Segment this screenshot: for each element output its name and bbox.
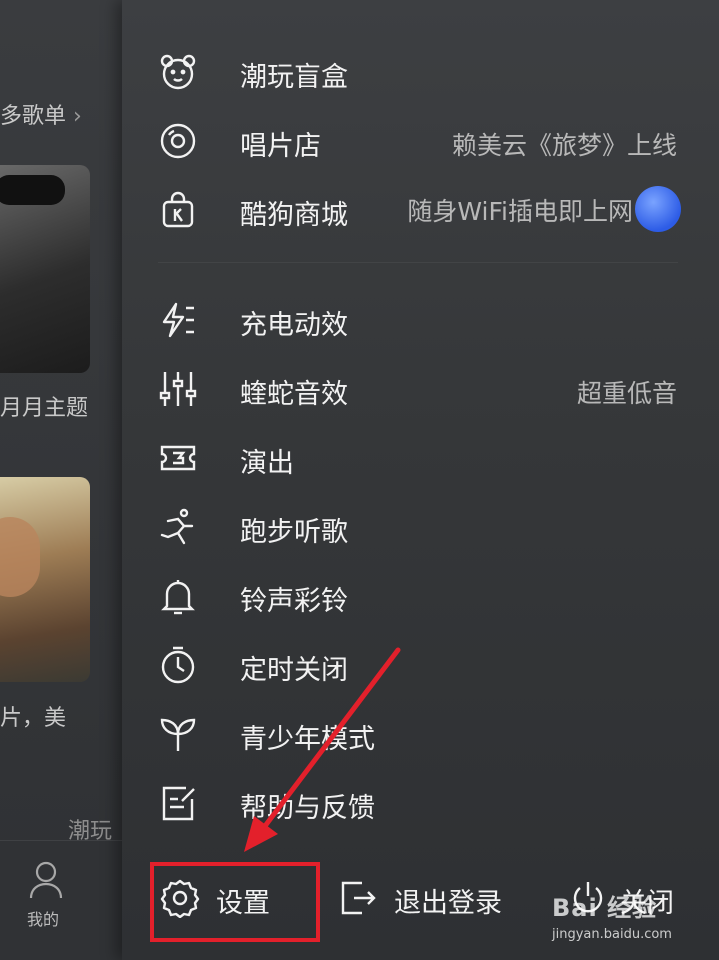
running-icon bbox=[158, 507, 198, 547]
logout-button[interactable]: 退出登录 bbox=[338, 868, 518, 928]
menu-item-charging-effect[interactable]: 充电动效 bbox=[122, 290, 719, 350]
shopping-bag-icon bbox=[158, 190, 198, 230]
logout-label: 退出登录 bbox=[394, 888, 502, 919]
menu-item-label: 蝰蛇音效 bbox=[240, 379, 348, 410]
menu-item-label: 定时关闭 bbox=[240, 655, 348, 686]
menu-item-running-music[interactable]: 跑步听歌 bbox=[122, 497, 719, 557]
settings-highlight-box bbox=[150, 862, 320, 942]
menu-item-record-store[interactable]: 唱片店 赖美云《旅梦》上线 bbox=[122, 111, 719, 171]
menu-item-label: 演出 bbox=[240, 448, 294, 479]
profile-icon[interactable] bbox=[28, 860, 64, 900]
menu-item-label: 充电动效 bbox=[240, 310, 348, 341]
theme-card-thumbnail[interactable] bbox=[0, 165, 90, 373]
watermark-brand: Bai 经验 bbox=[552, 894, 658, 922]
background-page: 多歌单 › 月月主题 片，美 潮玩 我的 bbox=[0, 0, 122, 960]
sound-effect-value: 超重低音 bbox=[576, 379, 677, 408]
wifi-dongle-icon bbox=[635, 186, 681, 232]
watermark-url: jingyan.baidu.com bbox=[552, 927, 672, 942]
bottom-nav bbox=[0, 840, 122, 960]
menu-item-label: 铃声彩铃 bbox=[240, 586, 348, 617]
menu-item-label: 酷狗商城 bbox=[240, 200, 348, 231]
bell-icon bbox=[158, 576, 198, 616]
equalizer-icon bbox=[158, 369, 198, 409]
mall-promo: 随身WiFi插电即上网 bbox=[407, 186, 681, 234]
menu-item-blind-box[interactable]: 潮玩盲盒 bbox=[122, 42, 719, 102]
menu-item-ringtones[interactable]: 铃声彩铃 bbox=[122, 566, 719, 626]
menu-divider bbox=[158, 262, 678, 263]
more-playlists-link[interactable]: 多歌单 › bbox=[0, 98, 82, 130]
menu-item-sleep-timer[interactable]: 定时关闭 bbox=[122, 635, 719, 695]
menu-item-shows[interactable]: 演出 bbox=[122, 428, 719, 488]
menu-item-label: 潮玩盲盒 bbox=[240, 62, 348, 93]
record-store-promo: 赖美云《旅梦》上线 bbox=[451, 131, 677, 160]
sprout-icon bbox=[158, 714, 198, 754]
menu-item-label: 跑步听歌 bbox=[240, 517, 348, 548]
charging-bolt-icon bbox=[158, 300, 198, 340]
menu-item-kugou-mall[interactable]: 酷狗商城 随身WiFi插电即上网 bbox=[122, 180, 719, 240]
menu-item-viper-sound[interactable]: 蝰蛇音效 超重低音 bbox=[122, 359, 719, 419]
menu-item-label: 帮助与反馈 bbox=[240, 793, 375, 824]
menu-item-label: 青少年模式 bbox=[240, 724, 375, 755]
side-drawer-menu: 潮玩盲盒 唱片店 赖美云《旅梦》上线 酷狗商城 随身WiFi插电即上网 充电动效… bbox=[122, 0, 719, 960]
timer-icon bbox=[158, 645, 198, 685]
theme-card-caption: 月月主题 bbox=[0, 396, 89, 421]
menu-item-teen-mode[interactable]: 青少年模式 bbox=[122, 704, 719, 764]
nav-mine-label[interactable]: 我的 bbox=[27, 906, 59, 930]
menu-item-label: 唱片店 bbox=[240, 131, 321, 162]
feedback-edit-icon bbox=[158, 783, 198, 823]
vinyl-record-icon bbox=[158, 121, 198, 161]
animation-card-thumbnail[interactable] bbox=[0, 477, 90, 682]
ticket-icon bbox=[158, 438, 198, 478]
logout-icon bbox=[338, 878, 378, 918]
bear-face-icon bbox=[158, 52, 198, 92]
baidu-jingyan-watermark: Bai 经验 jingyan.baidu.com bbox=[552, 888, 672, 942]
menu-item-help-feedback[interactable]: 帮助与反馈 bbox=[122, 773, 719, 833]
animation-card-caption: 片，美 bbox=[0, 706, 67, 731]
